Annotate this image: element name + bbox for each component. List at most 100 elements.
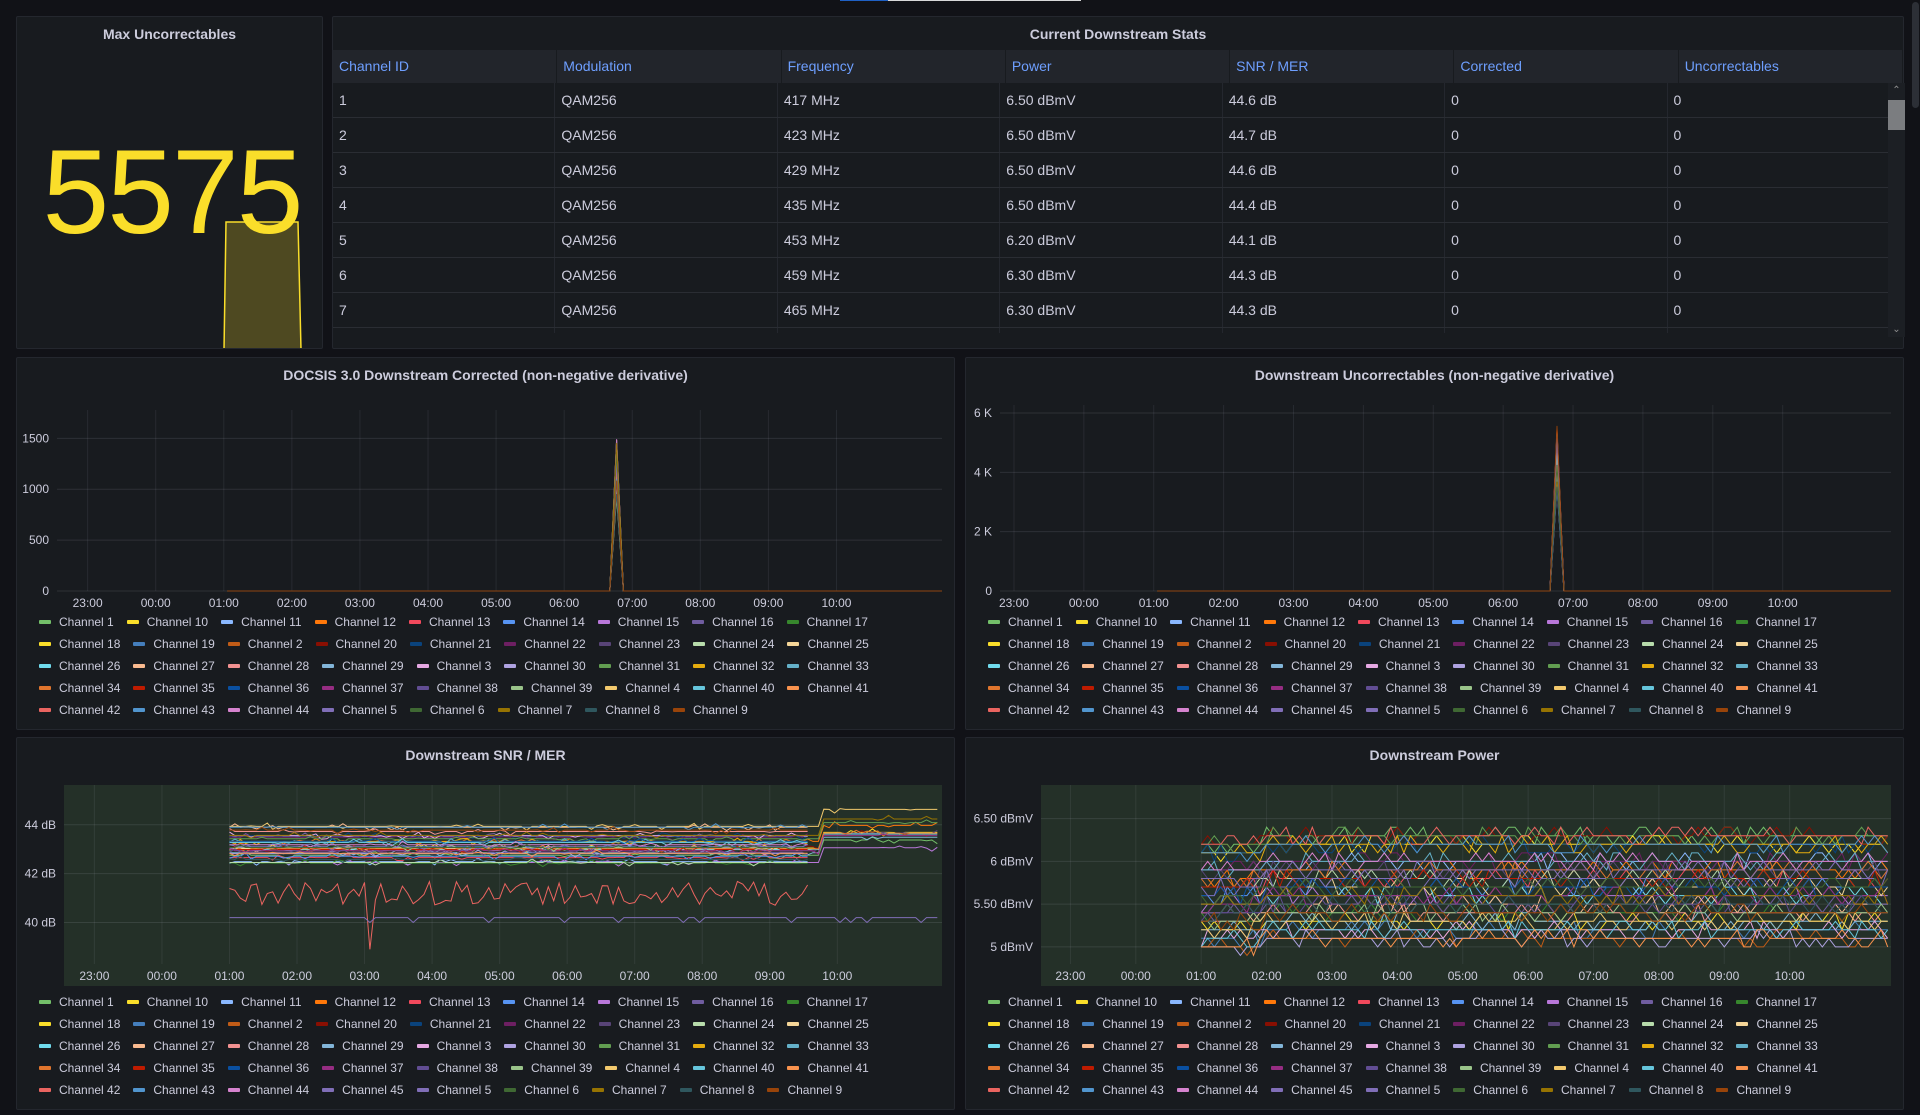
legend-item[interactable]: Channel 27	[1082, 1035, 1164, 1057]
legend-item[interactable]: Channel 22	[504, 633, 586, 655]
legend-item[interactable]: Channel 30	[1453, 655, 1535, 677]
legend-item[interactable]: Channel 6	[504, 1079, 579, 1101]
legend-item[interactable]: Channel 12	[1263, 991, 1345, 1013]
legend-item[interactable]: Channel 18	[988, 1013, 1069, 1035]
legend-item[interactable]: Channel 17	[786, 991, 868, 1013]
scroll-down-icon[interactable]: ⌄	[1888, 324, 1905, 335]
legend-item[interactable]: Channel 26	[39, 655, 120, 677]
column-header-modulation[interactable]: Modulation	[557, 50, 782, 83]
legend-item[interactable]: Channel 15	[1546, 991, 1628, 1013]
legend-item[interactable]: Channel 12	[1263, 611, 1345, 633]
legend-item[interactable]: Channel 13	[409, 611, 490, 633]
legend-item[interactable]: Channel 44	[1176, 699, 1258, 721]
legend-item[interactable]: Channel 43	[1082, 699, 1164, 721]
legend-item[interactable]: Channel 41	[787, 1057, 869, 1079]
legend-item[interactable]: Channel 24	[693, 633, 774, 655]
legend-item[interactable]: Channel 6	[409, 699, 485, 721]
legend-item[interactable]: Channel 43	[133, 699, 215, 721]
legend-item[interactable]: Channel 11	[221, 991, 302, 1013]
legend-item[interactable]: Channel 30	[504, 655, 586, 677]
legend-item[interactable]: Channel 16	[1641, 991, 1723, 1013]
legend-item[interactable]: Channel 1	[988, 611, 1063, 633]
legend-item[interactable]: Channel 24	[1642, 633, 1723, 655]
legend-item[interactable]: Channel 25	[1736, 1013, 1818, 1035]
legend-item[interactable]: Channel 40	[1642, 1057, 1723, 1079]
legend-item[interactable]: Channel 3	[416, 1035, 491, 1057]
legend-item[interactable]: Channel 2	[1176, 633, 1252, 655]
legend-item[interactable]: Channel 9	[673, 699, 748, 721]
legend-item[interactable]: Channel 41	[1736, 1057, 1818, 1079]
legend-item[interactable]: Channel 14	[1452, 611, 1534, 633]
column-header-uncorrectables[interactable]: Uncorrectables	[1679, 50, 1903, 83]
legend-item[interactable]: Channel 35	[1082, 677, 1164, 699]
column-header-snr-mer[interactable]: SNR / MER	[1230, 50, 1455, 83]
legend-item[interactable]: Channel 33	[1736, 655, 1818, 677]
scrollbar-thumb[interactable]	[1888, 100, 1905, 130]
legend-item[interactable]: Channel 29	[1271, 1035, 1353, 1057]
legend-item[interactable]: Channel 13	[409, 991, 490, 1013]
legend-item[interactable]: Channel 23	[598, 633, 680, 655]
legend-item[interactable]: Channel 37	[322, 1057, 404, 1079]
legend-item[interactable]: Channel 44	[227, 699, 309, 721]
legend-item[interactable]: Channel 7	[1541, 699, 1616, 721]
legend-item[interactable]: Channel 38	[1365, 1057, 1447, 1079]
legend-item[interactable]: Channel 31	[598, 1035, 680, 1057]
legend-item[interactable]: Channel 33	[787, 1035, 869, 1057]
legend-item[interactable]: Channel 5	[1365, 1079, 1440, 1101]
legend-item[interactable]: Channel 15	[597, 991, 679, 1013]
legend-item[interactable]: Channel 34	[39, 1057, 120, 1079]
legend-item[interactable]: Channel 42	[39, 699, 120, 721]
legend-item[interactable]: Channel 1	[39, 611, 114, 633]
legend-item[interactable]: Channel 13	[1358, 991, 1439, 1013]
legend-item[interactable]: Channel 40	[693, 1057, 774, 1079]
legend-item[interactable]: Channel 27	[133, 655, 215, 677]
legend-item[interactable]: Channel 10	[1075, 991, 1157, 1013]
legend-item[interactable]: Channel 19	[1082, 633, 1164, 655]
legend-item[interactable]: Channel 2	[227, 633, 303, 655]
legend-item[interactable]: Channel 5	[322, 699, 397, 721]
legend-item[interactable]: Channel 3	[1365, 1035, 1440, 1057]
legend-item[interactable]: Channel 9	[1716, 1079, 1791, 1101]
legend-item[interactable]: Channel 43	[133, 1079, 215, 1101]
legend-item[interactable]: Channel 29	[1271, 655, 1353, 677]
legend-item[interactable]: Channel 7	[592, 1079, 667, 1101]
legend-item[interactable]: Channel 2	[227, 1013, 303, 1035]
legend-item[interactable]: Channel 35	[133, 1057, 215, 1079]
legend-item[interactable]: Channel 21	[409, 633, 491, 655]
column-header-channel-id[interactable]: Channel ID	[333, 50, 558, 83]
legend-item[interactable]: Channel 22	[1453, 633, 1535, 655]
legend-item[interactable]: Channel 1	[39, 991, 114, 1013]
legend-item[interactable]: Channel 23	[1547, 1013, 1629, 1035]
legend-item[interactable]: Channel 38	[1365, 677, 1447, 699]
legend-item[interactable]: Channel 37	[1271, 1057, 1353, 1079]
legend-item[interactable]: Channel 44	[1176, 1079, 1258, 1101]
legend-item[interactable]: Channel 9	[1716, 699, 1791, 721]
legend-item[interactable]: Channel 25	[1736, 633, 1818, 655]
legend-item[interactable]: Channel 35	[1082, 1057, 1164, 1079]
legend-item[interactable]: Channel 32	[693, 655, 774, 677]
legend-item[interactable]: Channel 45	[322, 1079, 404, 1101]
legend-item[interactable]: Channel 43	[1082, 1079, 1164, 1101]
legend-item[interactable]: Channel 5	[416, 1079, 491, 1101]
legend-item[interactable]: Channel 19	[133, 633, 215, 655]
legend-item[interactable]: Channel 28	[1176, 655, 1258, 677]
legend-item[interactable]: Channel 5	[1365, 699, 1440, 721]
legend-item[interactable]: Channel 11	[221, 611, 302, 633]
legend-item[interactable]: Channel 14	[1452, 991, 1534, 1013]
legend-item[interactable]: Channel 21	[409, 1013, 491, 1035]
column-header-power[interactable]: Power	[1006, 50, 1231, 83]
legend-item[interactable]: Channel 19	[133, 1013, 215, 1035]
legend-item[interactable]: Channel 18	[988, 633, 1069, 655]
legend-item[interactable]: Channel 15	[597, 611, 679, 633]
legend-item[interactable]: Channel 36	[227, 677, 309, 699]
legend-item[interactable]: Channel 24	[693, 1013, 774, 1035]
legend-item[interactable]: Channel 38	[416, 1057, 498, 1079]
legend-item[interactable]: Channel 17	[1735, 991, 1817, 1013]
legend-item[interactable]: Channel 31	[598, 655, 680, 677]
legend-item[interactable]: Channel 4	[605, 677, 680, 699]
legend-item[interactable]: Channel 16	[692, 611, 774, 633]
legend-item[interactable]: Channel 20	[1264, 633, 1346, 655]
legend-item[interactable]: Channel 28	[1176, 1035, 1258, 1057]
legend-item[interactable]: Channel 18	[39, 633, 120, 655]
legend-item[interactable]: Channel 29	[322, 655, 404, 677]
